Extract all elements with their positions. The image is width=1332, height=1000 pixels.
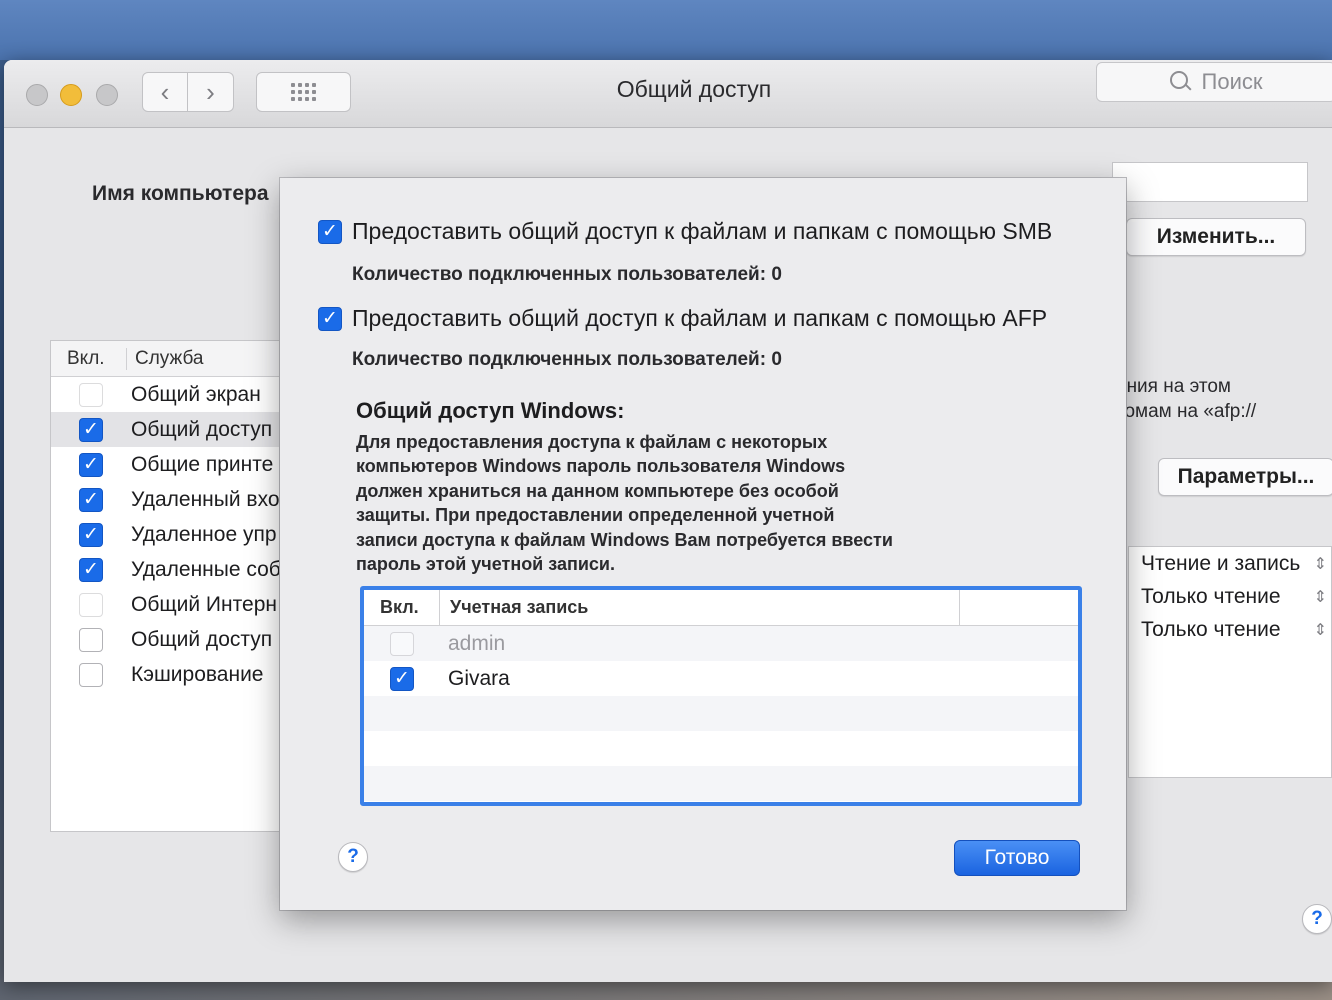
service-row[interactable]: Общий экран: [51, 377, 289, 412]
account-checkbox[interactable]: [390, 631, 414, 656]
popup-arrows-icon: ⇕: [1313, 588, 1327, 606]
service-label: Удаленное упр: [131, 522, 277, 546]
smb-user-count: Количество подключенных пользователей: 0: [352, 264, 782, 285]
account-row[interactable]: Givara: [364, 661, 1078, 696]
accounts-table-header: Вкл. Учетная запись: [364, 590, 1078, 626]
service-row[interactable]: Общий доступ: [51, 622, 289, 657]
show-all-button[interactable]: [256, 72, 351, 112]
permission-value: Только чтение: [1141, 617, 1281, 641]
service-label: Общий экран: [131, 382, 261, 406]
search-icon: [1169, 71, 1192, 93]
permission-popup[interactable]: Только чтение ⇕: [1129, 580, 1331, 613]
service-row[interactable]: Удаленный вхо: [51, 482, 289, 517]
windows-sharing-heading: Общий доступ Windows:: [356, 398, 625, 423]
title-bar: ‹ › Общий доступ Поиск: [4, 60, 1332, 128]
hint-line: томам на «afp://: [1116, 401, 1257, 422]
empty-row: [364, 731, 1078, 766]
search-placeholder: Поиск: [1201, 69, 1263, 94]
computer-name-label: Имя компьютера: [92, 182, 269, 205]
service-checkbox[interactable]: [79, 452, 103, 477]
afp-hint-text: ания на этом томам на «afp://: [1116, 374, 1332, 424]
back-button[interactable]: ‹: [142, 72, 188, 112]
permission-value: Чтение и запись: [1141, 551, 1301, 575]
permission-value: Только чтение: [1141, 584, 1281, 608]
service-checkbox[interactable]: [79, 557, 103, 582]
account-row[interactable]: admin: [364, 626, 1078, 661]
account-name: admin: [448, 631, 506, 655]
help-button[interactable]: ?: [1302, 904, 1332, 934]
afp-label: Предоставить общий доступ к файлам и пап…: [352, 305, 1048, 331]
accounts-table-body: admin Givara: [364, 626, 1078, 801]
popup-arrows-icon: ⇕: [1313, 621, 1327, 639]
search-field[interactable]: Поиск: [1096, 62, 1332, 102]
column-header-account[interactable]: Учетная запись: [440, 590, 960, 625]
permission-popup[interactable]: Только чтение ⇕: [1129, 613, 1331, 646]
service-checkbox[interactable]: [79, 522, 103, 547]
description-line: защиты. При предоставлении определенной …: [356, 505, 835, 526]
service-label: Общий доступ: [131, 417, 273, 441]
empty-row: [364, 696, 1078, 731]
description-line: записи доступа к файлам Windows Вам потр…: [356, 529, 893, 550]
description-line: компьютеров Windows пароль пользователя …: [356, 456, 846, 477]
close-window-button[interactable]: [26, 84, 48, 106]
account-name: Givara: [448, 666, 510, 690]
permissions-list: Чтение и запись ⇕ Только чтение ⇕ Только…: [1128, 546, 1332, 778]
service-row[interactable]: Общий Интерн: [51, 587, 289, 622]
service-checkbox[interactable]: [79, 417, 103, 442]
permission-popup[interactable]: Чтение и запись ⇕: [1129, 547, 1331, 580]
system-preferences-window: ‹ › Общий доступ Поиск Имя компьютера Из…: [4, 60, 1332, 982]
column-header-service[interactable]: Служба: [127, 348, 203, 370]
service-checkbox[interactable]: [79, 592, 103, 617]
service-label: Общий Интерн: [131, 592, 277, 616]
forward-button[interactable]: ›: [188, 72, 234, 112]
service-row[interactable]: Удаленное упр: [51, 517, 289, 552]
hint-line: ания на этом: [1116, 376, 1231, 397]
description-line: Для предоставления доступа к файлам с не…: [356, 432, 828, 452]
service-label: Удаленные соб: [131, 557, 281, 581]
window-title: Общий доступ: [616, 76, 772, 102]
chevron-right-icon: ›: [206, 76, 215, 107]
zoom-window-button[interactable]: [96, 84, 118, 106]
afp-option[interactable]: Предоставить общий доступ к файлам и пап…: [318, 305, 1047, 332]
minimize-window-button[interactable]: [60, 84, 82, 106]
sheet-help-button[interactable]: ?: [338, 842, 368, 872]
windows-accounts-table[interactable]: Вкл. Учетная запись admin Givara: [360, 586, 1082, 806]
chevron-left-icon: ‹: [160, 76, 170, 107]
service-checkbox[interactable]: [79, 662, 103, 687]
computer-name-field[interactable]: [1112, 162, 1308, 202]
grid-icon: [291, 83, 316, 101]
windows-sharing-description: Для предоставления доступа к файлам с не…: [356, 430, 956, 576]
service-label: Кэширование: [131, 662, 264, 686]
smb-label: Предоставить общий доступ к файлам и пап…: [352, 218, 1053, 244]
service-label: Общий доступ: [131, 627, 273, 651]
popup-arrows-icon: ⇕: [1313, 555, 1327, 573]
afp-user-count: Количество подключенных пользователей: 0: [352, 349, 782, 370]
service-row[interactable]: Удаленные соб: [51, 552, 289, 587]
service-checkbox[interactable]: [79, 627, 103, 652]
description-line: должен храниться на данном компьютере бе…: [356, 480, 839, 501]
column-header-on[interactable]: Вкл.: [51, 347, 127, 370]
file-sharing-options-sheet: Предоставить общий доступ к файлам и пап…: [280, 178, 1126, 910]
done-button[interactable]: Готово: [954, 840, 1080, 876]
column-header-on[interactable]: Вкл.: [364, 590, 440, 625]
edit-button[interactable]: Изменить...: [1126, 218, 1306, 256]
services-table: Вкл. Служба Общий экран Общий доступ Общ…: [50, 340, 290, 832]
smb-option[interactable]: Предоставить общий доступ к файлам и пап…: [318, 218, 1052, 245]
smb-checkbox[interactable]: [318, 219, 342, 244]
service-label: Общие принте: [131, 452, 274, 476]
account-checkbox[interactable]: [390, 666, 414, 691]
service-checkbox[interactable]: [79, 487, 103, 512]
services-table-header: Вкл. Служба: [51, 341, 289, 377]
empty-row: [364, 766, 1078, 801]
afp-checkbox[interactable]: [318, 306, 342, 331]
service-row[interactable]: Кэширование: [51, 657, 289, 692]
desktop-background: [0, 0, 1332, 60]
service-row[interactable]: Общие принте: [51, 447, 289, 482]
parameters-button[interactable]: Параметры...: [1158, 458, 1332, 496]
description-line: пароль этой учетной записи.: [356, 554, 615, 575]
service-label: Удаленный вхо: [131, 487, 280, 511]
service-checkbox[interactable]: [79, 382, 103, 407]
service-row[interactable]: Общий доступ: [51, 412, 289, 447]
